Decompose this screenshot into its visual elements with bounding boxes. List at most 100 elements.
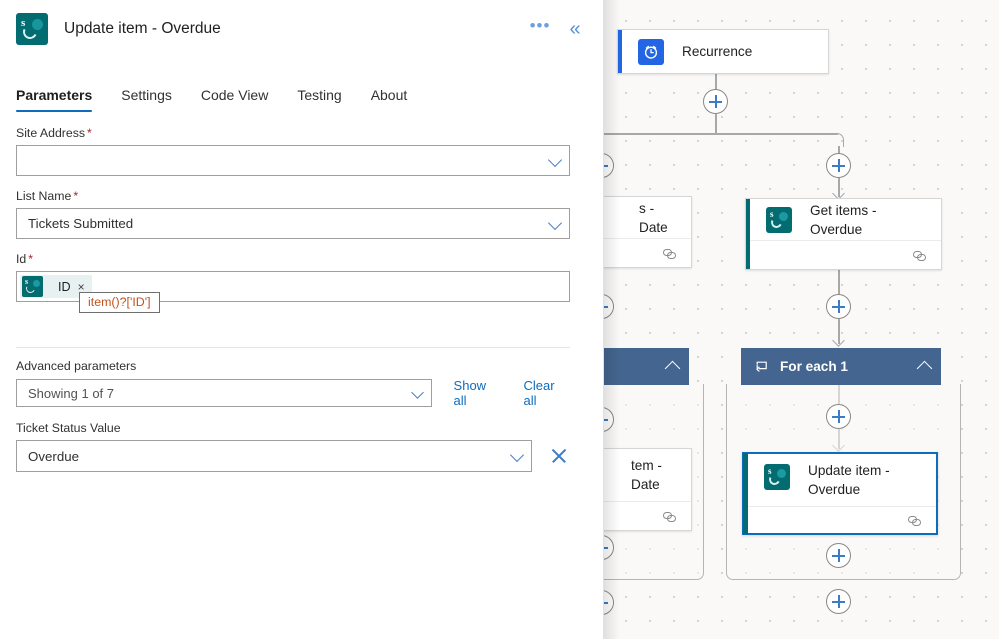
power-automate-designer: s Update item - Overdue ••• « Parameters… [0, 0, 999, 639]
node-get-items-overdue[interactable]: s Get items - Overdue [745, 198, 942, 270]
node-footer [746, 240, 941, 271]
site-address-label-text: Site Address [16, 126, 86, 140]
form-divider [16, 347, 570, 348]
add-step-button-5[interactable] [826, 543, 851, 568]
advanced-parameters-select[interactable]: Showing 1 of 7 [16, 379, 432, 407]
ticket-status-input[interactable]: Overdue [16, 440, 532, 472]
site-address-label: Site Address * [16, 126, 570, 140]
list-name-label: List Name * [16, 189, 570, 203]
close-icon[interactable] [548, 445, 570, 467]
node-update-item-overdue[interactable]: s Update item - Overdue [742, 452, 938, 535]
remove-token-icon[interactable]: × [78, 281, 85, 293]
required-marker: * [73, 189, 79, 203]
field-list-name: List Name * Tickets Submitted [16, 189, 570, 239]
ticket-status-label: Ticket Status Value [16, 421, 121, 435]
node-header: s Get items - Overdue [746, 199, 941, 240]
advanced-parameters-row: Showing 1 of 7 Show all Clear all [16, 378, 570, 408]
id-label-text: Id [16, 252, 27, 266]
node-title: Get items - Overdue [810, 202, 877, 237]
link-icon [663, 248, 678, 260]
id-label: Id * [16, 252, 570, 266]
scope-header-for-each-1[interactable]: For each 1 [741, 348, 941, 385]
chevron-down-icon [547, 215, 563, 230]
node-title: s - Date [639, 200, 668, 235]
node-header: s - Date [604, 197, 691, 238]
node-accent-bar [746, 199, 750, 269]
sharepoint-icon: s [766, 206, 792, 233]
scope-title: For each 1 [780, 359, 848, 374]
node-partial-date-1[interactable]: s - Date [604, 196, 692, 268]
node-title: Update item - Overdue [808, 463, 890, 497]
ticket-status-row: Overdue [16, 440, 570, 472]
node-footer [604, 238, 691, 269]
advanced-parameters-label: Advanced parameters [16, 359, 137, 373]
token-expression-tooltip: item()?['ID'] [79, 292, 160, 313]
advanced-parameters-value: Showing 1 of 7 [28, 385, 115, 401]
add-step-button-partial-2[interactable] [604, 294, 614, 319]
token-label: ID [58, 279, 71, 294]
node-partial-date-2[interactable]: tem - Date [604, 448, 692, 531]
ticket-status-value: Overdue [28, 448, 79, 464]
tab-settings[interactable]: Settings [121, 87, 172, 112]
node-header: Recurrence [618, 30, 828, 73]
more-options-icon[interactable]: ••• [525, 15, 555, 43]
link-icon [908, 515, 923, 527]
tab-about[interactable]: About [371, 87, 408, 112]
tab-parameters[interactable]: Parameters [16, 87, 93, 112]
node-title: Recurrence [682, 44, 753, 59]
clock-icon [638, 38, 664, 65]
field-ticket-status-value: Ticket Status Value Overdue [16, 421, 570, 472]
required-marker: * [87, 126, 92, 140]
panel-tabs: Parameters Settings Code View Testing Ab… [0, 70, 603, 112]
tab-code-view[interactable]: Code View [201, 87, 268, 112]
edge-recurrence-down [715, 74, 717, 90]
required-marker: * [28, 252, 34, 266]
sharepoint-icon: s [764, 464, 790, 490]
scope-header-partial[interactable] [604, 348, 689, 385]
flow-canvas[interactable]: Recurrence s Get items - Overdue s - Dat… [604, 0, 999, 639]
field-site-address: Site Address * [16, 126, 570, 176]
site-address-input[interactable] [16, 145, 570, 176]
collapse-panel-icon[interactable]: « [561, 15, 589, 43]
list-name-input[interactable]: Tickets Submitted [16, 208, 570, 239]
field-advanced-parameters: Advanced parameters Showing 1 of 7 Show … [16, 359, 570, 408]
action-details-panel: s Update item - Overdue ••• « Parameters… [0, 0, 604, 639]
sharepoint-icon: s [16, 13, 48, 45]
panel-header: s Update item - Overdue ••• « [0, 0, 603, 58]
add-step-button-2[interactable] [826, 153, 851, 178]
add-step-button-1[interactable] [703, 89, 728, 114]
add-step-button-4[interactable] [826, 404, 851, 429]
link-icon [663, 511, 678, 523]
loop-icon [755, 360, 769, 373]
node-recurrence[interactable]: Recurrence [617, 29, 829, 74]
chevron-up-icon[interactable] [664, 360, 681, 377]
chevron-up-icon[interactable] [916, 360, 933, 377]
arrow-head-foreach [832, 334, 845, 347]
list-name-label-text: List Name [16, 189, 72, 203]
show-all-link[interactable]: Show all [454, 378, 502, 408]
tab-testing[interactable]: Testing [297, 87, 341, 112]
edge-getitems-down [838, 270, 840, 295]
node-header: tem - Date [604, 449, 691, 501]
edge-below-plus-1 [715, 114, 717, 134]
add-step-button-partial-5[interactable] [604, 590, 614, 615]
chevron-down-icon [547, 152, 563, 167]
add-step-button-partial-1[interactable] [604, 153, 614, 178]
node-accent-bar [618, 30, 622, 73]
node-title: tem - Date [631, 458, 662, 492]
sharepoint-icon: s [22, 276, 43, 297]
add-step-button-6[interactable] [826, 589, 851, 614]
page-title: Update item - Overdue [64, 20, 221, 37]
edge-corner-right [830, 133, 844, 147]
chevron-down-icon [509, 447, 525, 463]
node-footer [744, 506, 936, 535]
link-icon [913, 250, 928, 262]
list-name-value: Tickets Submitted [28, 216, 134, 231]
chevron-down-icon [410, 386, 424, 399]
add-step-button-3[interactable] [826, 294, 851, 319]
clear-all-link[interactable]: Clear all [523, 378, 570, 408]
node-accent-bar [743, 453, 748, 534]
edge-split-horizontal [604, 133, 838, 135]
node-footer [604, 501, 691, 532]
node-header: s Update item - Overdue [744, 454, 936, 506]
